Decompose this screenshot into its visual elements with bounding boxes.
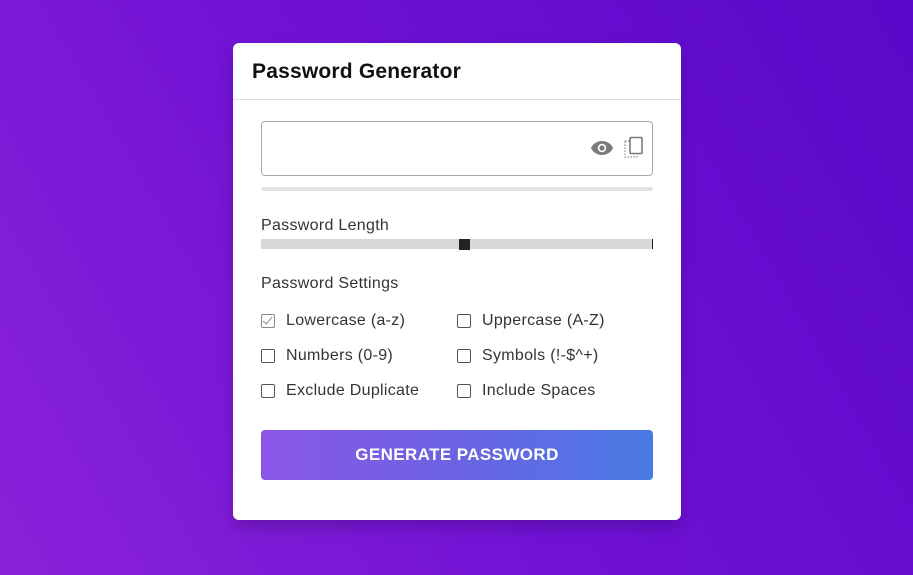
eye-icon[interactable] <box>590 138 614 158</box>
option-label: Lowercase (a-z) <box>286 312 406 329</box>
checkbox[interactable] <box>457 384 471 398</box>
password-strength-bar <box>261 187 653 191</box>
slider-end-marker <box>652 239 653 249</box>
checkbox[interactable] <box>457 314 471 328</box>
slider-thumb[interactable] <box>458 238 470 250</box>
checkbox[interactable] <box>261 314 275 328</box>
option-uppercase[interactable]: Uppercase (A-Z) <box>457 310 605 332</box>
option-include-spaces[interactable]: Include Spaces <box>457 380 596 402</box>
option-symbols[interactable]: Symbols (!-$^+) <box>457 345 598 367</box>
checkbox[interactable] <box>261 349 275 363</box>
password-field-container <box>261 121 653 176</box>
option-lowercase[interactable]: Lowercase (a-z) <box>261 310 405 332</box>
password-settings-label: Password Settings <box>261 275 399 292</box>
option-label: Exclude Duplicate <box>286 382 420 399</box>
password-length-slider[interactable] <box>261 238 653 250</box>
card-title: Password Generator <box>233 43 681 100</box>
checkbox[interactable] <box>261 384 275 398</box>
option-label: Uppercase (A-Z) <box>482 312 605 329</box>
copy-icon[interactable] <box>624 136 646 160</box>
option-exclude-duplicate[interactable]: Exclude Duplicate <box>261 380 419 402</box>
option-label: Include Spaces <box>482 382 596 399</box>
password-generator-card: Password Generator Password Length Passw… <box>233 43 681 520</box>
checkbox[interactable] <box>457 349 471 363</box>
generate-password-button[interactable]: GENERATE PASSWORD <box>261 430 653 480</box>
option-label: Symbols (!-$^+) <box>482 347 599 364</box>
option-label: Numbers (0-9) <box>286 347 394 364</box>
option-numbers[interactable]: Numbers (0-9) <box>261 345 393 367</box>
password-output-field[interactable] <box>262 122 582 175</box>
password-length-label: Password Length <box>261 217 390 234</box>
